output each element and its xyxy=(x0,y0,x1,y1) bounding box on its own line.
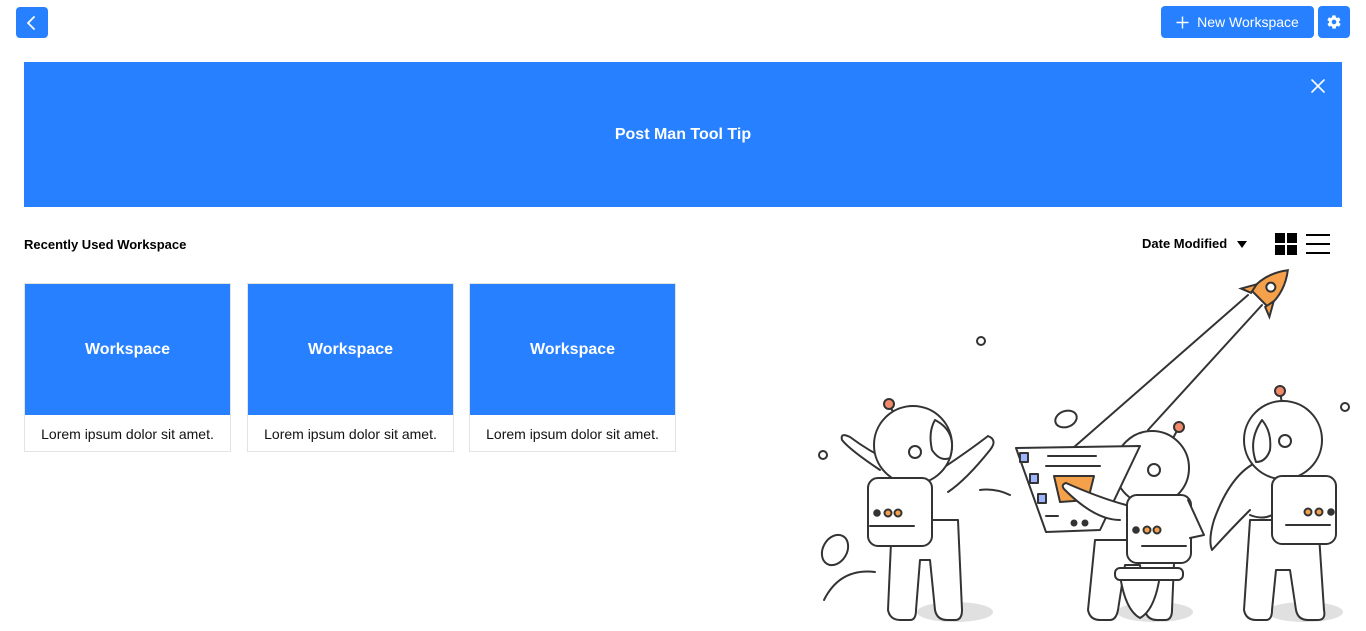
workspace-card-thumbnail: Workspace xyxy=(470,284,675,415)
workspace-card[interactable]: Workspace Lorem ipsum dolor sit amet. xyxy=(469,283,676,452)
back-button[interactable] xyxy=(16,7,48,38)
workspace-card-thumbnail: Workspace xyxy=(25,284,230,415)
list-view-icon[interactable] xyxy=(1306,233,1330,255)
rocket-icon xyxy=(1238,269,1289,320)
workspace-card-title: Workspace xyxy=(84,340,171,358)
workspace-card[interactable]: Workspace Lorem ipsum dolor sit amet. xyxy=(24,283,231,452)
gear-icon xyxy=(1327,15,1341,29)
new-workspace-button[interactable]: New Workspace xyxy=(1161,6,1314,38)
plus-icon xyxy=(1176,16,1189,28)
new-workspace-label: New Workspace xyxy=(1197,14,1299,30)
workspace-card-description: Lorem ipsum dolor sit amet. xyxy=(41,425,214,442)
workspace-card-description: Lorem ipsum dolor sit amet. xyxy=(264,425,437,442)
caret-down-icon xyxy=(1237,240,1248,248)
banner-title: Post Man Tool Tip xyxy=(614,125,752,143)
grid-view-icon[interactable] xyxy=(1275,233,1297,255)
settings-button[interactable] xyxy=(1318,6,1350,38)
workspace-card-title: Workspace xyxy=(307,340,394,358)
chevron-left-icon xyxy=(27,15,35,30)
workspace-card-thumbnail: Workspace xyxy=(248,284,453,415)
workspace-card-title: Workspace xyxy=(529,340,616,358)
close-icon[interactable] xyxy=(1310,78,1326,94)
astronauts-illustration xyxy=(818,269,1350,622)
section-title: Recently Used Workspace xyxy=(24,237,187,252)
tooltip-banner: Post Man Tool Tip xyxy=(24,62,1342,207)
workspace-card-description: Lorem ipsum dolor sit amet. xyxy=(486,425,659,442)
workspace-card[interactable]: Workspace Lorem ipsum dolor sit amet. xyxy=(247,283,454,452)
sort-dropdown[interactable]: Date Modified xyxy=(1142,236,1248,251)
sort-label: Date Modified xyxy=(1142,236,1228,251)
